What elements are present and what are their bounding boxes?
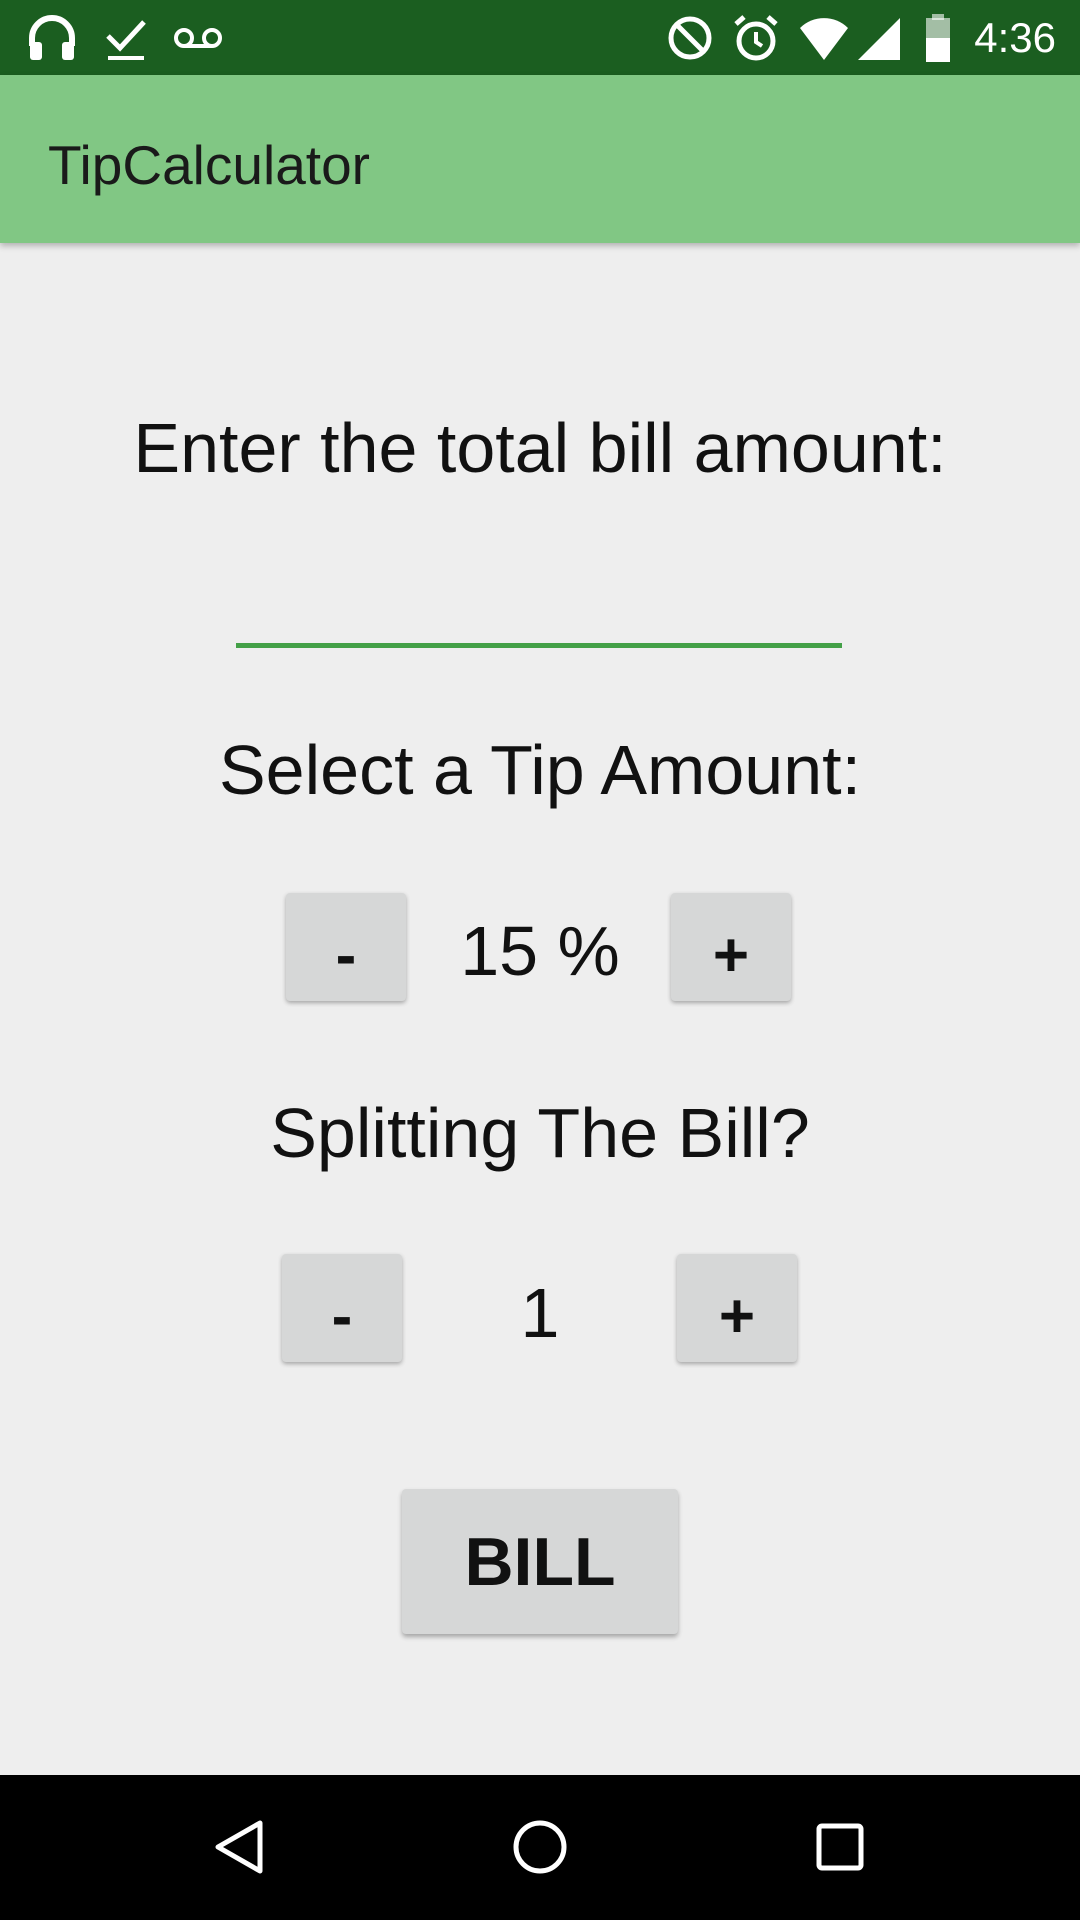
tip-percent-value: 15 % xyxy=(460,912,620,990)
app-title: TipCalculator xyxy=(48,134,370,196)
headphones-icon xyxy=(26,12,78,64)
tip-increment-button[interactable]: + xyxy=(671,893,791,1001)
split-decrement-label: - xyxy=(331,1281,353,1351)
alarm-icon xyxy=(730,12,782,64)
split-bill-label: Splitting The Bill? xyxy=(270,1094,810,1172)
split-increment-button[interactable]: + xyxy=(677,1254,797,1362)
status-bar: 4:36 xyxy=(0,0,1080,75)
home-icon[interactable] xyxy=(490,1797,590,1897)
status-time: 4:36 xyxy=(974,14,1056,61)
app-bar: TipCalculator xyxy=(0,75,1080,243)
navigation-bar xyxy=(0,1775,1080,1920)
tip-increment-label: + xyxy=(712,920,750,990)
split-count-value: 1 xyxy=(520,1274,560,1352)
back-icon[interactable] xyxy=(190,1797,290,1897)
tip-decrement-button[interactable]: - xyxy=(286,893,406,1001)
checkmark-icon xyxy=(100,12,152,64)
bill-amount-label: Enter the total bill amount: xyxy=(133,409,947,487)
do-not-disturb-icon xyxy=(664,12,716,64)
bill-button[interactable]: BILL xyxy=(402,1489,678,1634)
tip-amount-label: Select a Tip Amount: xyxy=(218,731,862,809)
battery-icon xyxy=(912,12,964,64)
main-content: Enter the total bill amount: Select a Ti… xyxy=(0,243,1080,1775)
bill-amount-input[interactable] xyxy=(236,573,842,648)
split-increment-label: + xyxy=(718,1281,756,1351)
split-decrement-button[interactable]: - xyxy=(282,1254,402,1362)
signal-icon xyxy=(854,12,906,64)
voicemail-icon xyxy=(172,12,224,64)
wifi-icon xyxy=(798,12,850,64)
tip-decrement-label: - xyxy=(335,920,357,990)
recents-icon[interactable] xyxy=(790,1797,890,1897)
